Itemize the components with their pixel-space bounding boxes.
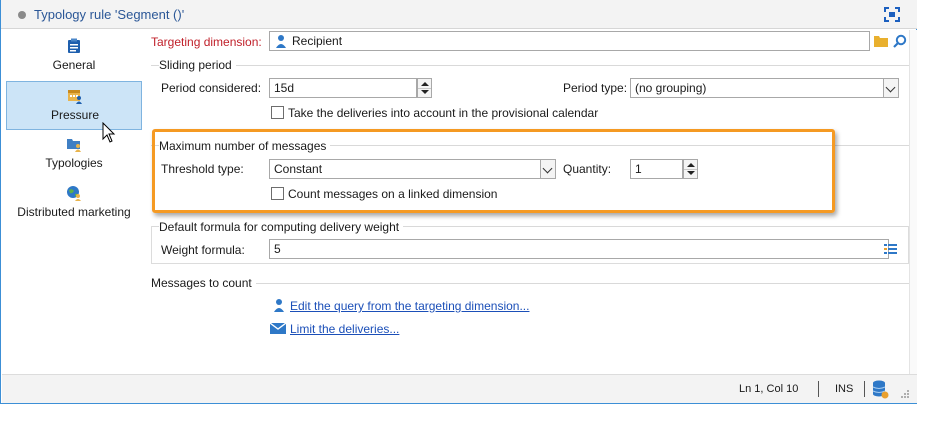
period-considered-label: Period considered: xyxy=(161,81,262,95)
status-separator xyxy=(864,381,865,397)
period-considered-stepper[interactable] xyxy=(417,78,432,98)
folder-icon[interactable] xyxy=(874,35,888,47)
sidebar: General Pressure Typologies Distributed … xyxy=(2,30,143,374)
period-type-dropdown-button[interactable] xyxy=(883,78,899,98)
globe-user-icon xyxy=(67,186,81,201)
user-query-icon xyxy=(274,299,284,312)
targeting-dimension-label: Targeting dimension: xyxy=(151,35,262,49)
status-separator xyxy=(818,381,819,397)
targeting-dimension-value: Recipient xyxy=(292,34,343,48)
calendar-user-icon xyxy=(68,90,82,104)
recipient-icon xyxy=(276,35,286,48)
period-considered-value: 15d xyxy=(274,81,295,95)
database-icon[interactable] xyxy=(872,380,889,399)
limit-deliveries-link[interactable]: Limit the deliveries... xyxy=(290,322,399,336)
maximize-icon[interactable] xyxy=(884,7,900,22)
status-bar: Ln 1, Col 10 INS xyxy=(2,374,917,403)
window-title: Typology rule 'Segment ()' xyxy=(34,7,185,22)
search-icon[interactable] xyxy=(893,34,907,48)
envelope-icon xyxy=(270,323,286,334)
sliding-period-divider xyxy=(151,65,909,66)
messages-to-count-title: Messages to count xyxy=(151,276,256,290)
period-considered-field[interactable]: 15d xyxy=(269,78,417,98)
background-area xyxy=(0,404,947,432)
sidebar-item-label: General xyxy=(52,58,96,72)
sidebar-item-label: Pressure xyxy=(50,108,100,122)
messages-to-count-divider xyxy=(151,283,909,284)
sidebar-item-general[interactable]: General xyxy=(6,32,142,81)
sidebar-item-distributed-marketing[interactable]: Distributed marketing xyxy=(6,179,142,228)
sidebar-item-pressure[interactable]: Pressure xyxy=(6,81,142,130)
period-type-select[interactable]: (no grouping) xyxy=(630,78,884,98)
title-bullet-icon xyxy=(18,11,26,19)
targeting-dimension-field[interactable]: Recipient xyxy=(269,31,870,51)
sliding-period-title: Sliding period xyxy=(159,58,236,72)
folder-user-icon xyxy=(67,139,81,152)
clipboard-icon xyxy=(68,38,80,53)
max-messages-highlight xyxy=(152,129,835,213)
title-bar: Typology rule 'Segment ()' xyxy=(1,0,917,29)
insert-mode: INS xyxy=(835,383,854,395)
provisional-calendar-label: Take the deliveries into account in the … xyxy=(288,106,599,120)
edit-query-link[interactable]: Edit the query from the targeting dimens… xyxy=(290,299,529,313)
period-type-value: (no grouping) xyxy=(635,81,707,95)
mouse-cursor-icon xyxy=(102,122,116,143)
resize-grip-icon[interactable] xyxy=(900,389,910,399)
weight-frame xyxy=(151,226,909,264)
sidebar-item-label: Distributed marketing xyxy=(17,205,131,219)
sidebar-item-typologies[interactable]: Typologies xyxy=(6,130,142,179)
sidebar-item-label: Typologies xyxy=(45,156,103,170)
provisional-calendar-checkbox[interactable] xyxy=(271,106,284,119)
right-edge-scrollbar[interactable] xyxy=(909,30,917,374)
period-type-label: Period type: xyxy=(563,81,628,95)
cursor-position: Ln 1, Col 10 xyxy=(739,383,799,395)
chevron-down-icon xyxy=(885,82,896,93)
